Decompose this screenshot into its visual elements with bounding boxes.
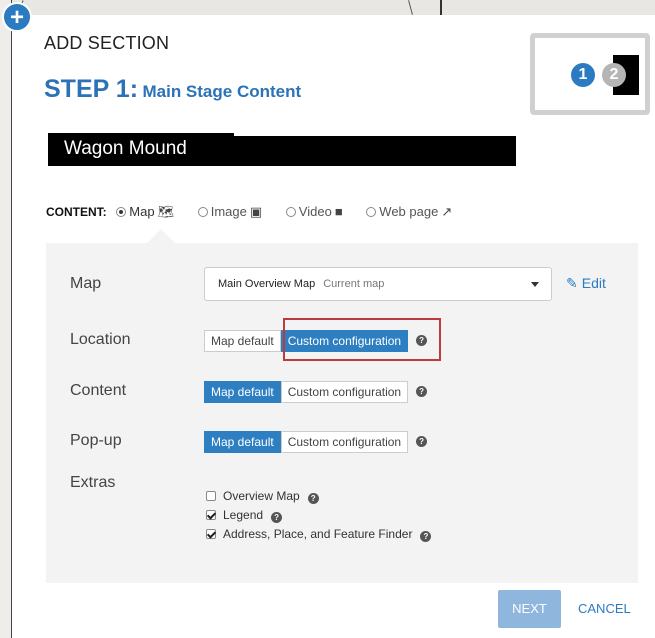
- content-option-video-label: Video: [298, 204, 332, 219]
- edit-icon: ✎: [566, 275, 578, 291]
- help-icon[interactable]: ?: [271, 512, 283, 523]
- step-number: STEP 1:: [44, 75, 139, 103]
- legend-checkbox[interactable]: [206, 510, 216, 520]
- annotation-highlight-box: [283, 318, 441, 361]
- content-option-video[interactable]: Video ■: [280, 204, 343, 219]
- content-row-label: Content: [70, 382, 127, 399]
- input-border-segment: [234, 133, 516, 136]
- dialog-title: ADD SECTION: [44, 33, 170, 53]
- content-option-image[interactable]: Image ▣: [192, 204, 262, 219]
- add-section-plus-icon[interactable]: +: [2, 2, 32, 32]
- extras-finder[interactable]: Address, Place, and Feature Finder?: [206, 525, 432, 544]
- finder-label: Address, Place, and Feature Finder: [223, 527, 413, 541]
- extras-overview-map[interactable]: Overview Map?: [206, 487, 431, 506]
- step-indicator: 1 2: [530, 33, 650, 115]
- legend-label: Legend: [223, 508, 264, 522]
- next-button[interactable]: NEXT: [498, 590, 561, 628]
- extras-legend[interactable]: Legend?: [206, 506, 431, 525]
- section-title-value: Wagon Mound: [64, 138, 187, 159]
- step-2-indicator[interactable]: 2: [602, 63, 626, 87]
- finder-checkbox[interactable]: [206, 529, 216, 539]
- content-type-label: CONTENT:: [46, 205, 107, 219]
- content-type-selector: CONTENT: Map 🗺︎ Image ▣ Video ■ Web page ↗: [46, 204, 466, 220]
- map-background-left: [0, 0, 12, 638]
- map-select-dropdown[interactable]: Main Overview Map Current map: [204, 267, 552, 301]
- panel-pointer: [146, 229, 176, 244]
- selected-map-name: Main Overview Map: [218, 278, 316, 290]
- overview-map-checkbox[interactable]: [206, 491, 216, 501]
- content-option-map-label: Map: [129, 204, 155, 219]
- current-map-note: Current map: [323, 278, 385, 290]
- map-icon: 🗺︎: [157, 204, 175, 219]
- overview-map-label: Overview Map: [223, 489, 300, 503]
- help-icon[interactable]: ?: [416, 386, 428, 397]
- external-link-icon: ↗: [441, 204, 453, 219]
- location-map-default-button[interactable]: Map default: [204, 330, 281, 352]
- radio-image[interactable]: [197, 207, 208, 217]
- content-toggle: Map default Custom configuration ?: [204, 381, 428, 403]
- radio-webpage[interactable]: [366, 207, 377, 217]
- chevron-down-icon: [531, 282, 539, 287]
- step-name: Main Stage Content: [142, 82, 302, 101]
- popup-custom-config-button[interactable]: Custom configuration: [280, 431, 409, 453]
- help-icon[interactable]: ?: [307, 493, 319, 504]
- help-icon[interactable]: ?: [416, 436, 428, 447]
- add-section-dialog: ADD SECTION STEP 1: Main Stage Content 1…: [12, 15, 655, 638]
- extras-row-label: Extras: [70, 474, 116, 491]
- content-map-default-button[interactable]: Map default: [204, 381, 281, 403]
- location-row-label: Location: [70, 331, 131, 348]
- video-icon: ■: [334, 204, 343, 219]
- radio-map[interactable]: [116, 207, 127, 217]
- step-1-indicator[interactable]: 1: [571, 63, 595, 87]
- content-custom-config-button[interactable]: Custom configuration: [280, 381, 409, 403]
- content-option-image-label: Image: [210, 204, 247, 219]
- edit-map-button[interactable]: ✎ Edit: [566, 275, 606, 292]
- cancel-button[interactable]: CANCEL: [578, 601, 631, 616]
- help-icon[interactable]: ?: [420, 531, 432, 542]
- extras-list: Overview Map? Legend? Address, Place, an…: [206, 487, 432, 544]
- section-title-input[interactable]: Wagon Mound: [48, 133, 516, 166]
- content-option-webpage-label: Web page: [379, 204, 439, 219]
- map-background-top: [0, 0, 655, 15]
- map-row-label: Map: [70, 275, 102, 292]
- popup-toggle: Map default Custom configuration ?: [204, 431, 428, 453]
- popup-row-label: Pop-up: [70, 432, 122, 449]
- map-settings-panel: Map Main Overview Map Current map ✎ Edit L…: [46, 243, 638, 583]
- edit-label: Edit: [581, 275, 606, 291]
- camera-icon: ▣: [249, 204, 263, 219]
- popup-map-default-button[interactable]: Map default: [204, 431, 281, 453]
- map-road-line: [440, 0, 442, 15]
- content-option-map[interactable]: Map 🗺︎: [110, 204, 174, 219]
- step-heading: STEP 1: Main Stage Content: [44, 75, 301, 104]
- radio-video[interactable]: [285, 207, 296, 217]
- content-option-webpage[interactable]: Web page ↗: [360, 204, 452, 219]
